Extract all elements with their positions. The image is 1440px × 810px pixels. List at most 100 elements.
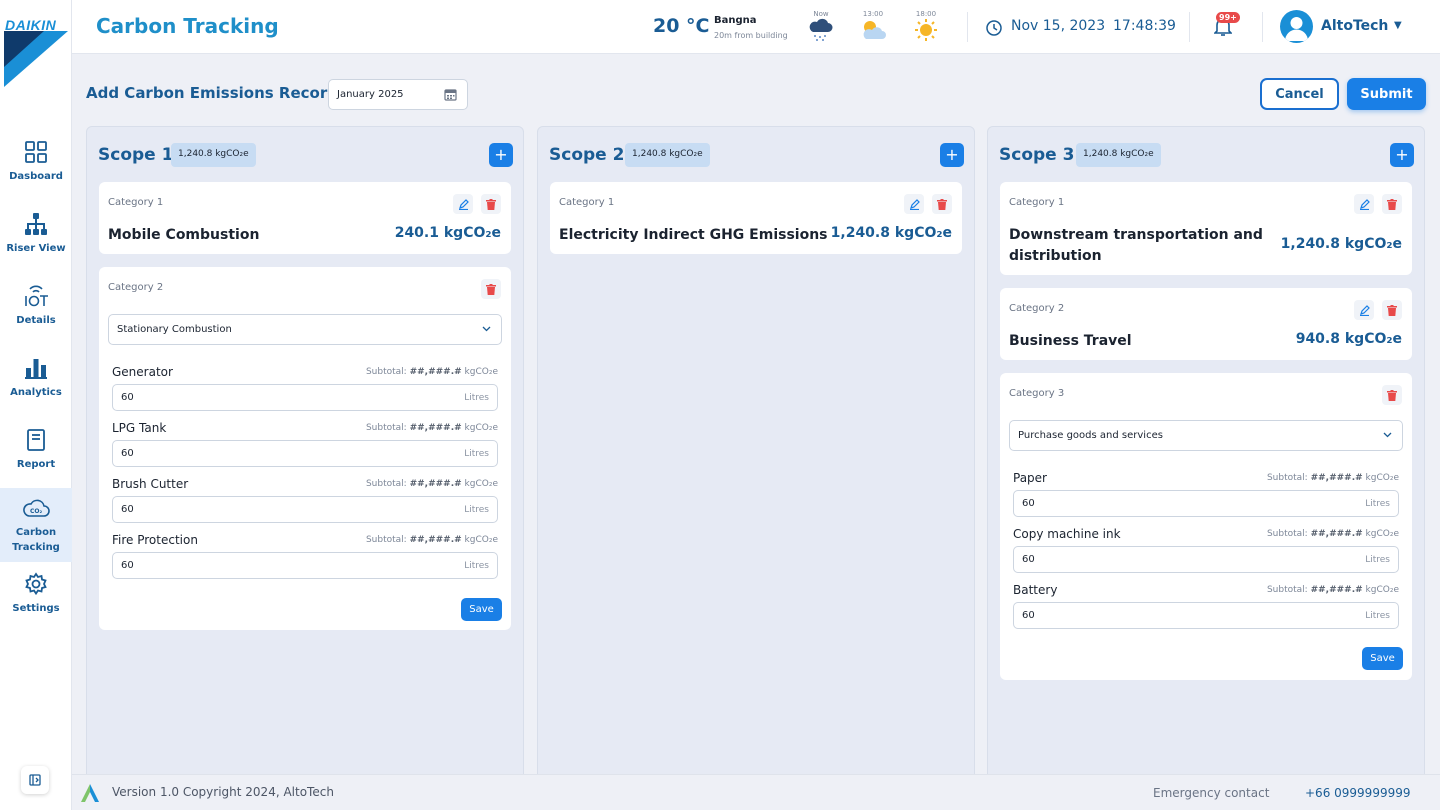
grid-icon <box>25 141 47 163</box>
divider <box>1189 12 1190 42</box>
subtotal-unit: kgCO₂e <box>464 423 498 433</box>
input-value: 60 <box>121 504 134 515</box>
scope-title: Scope 1 <box>98 145 174 165</box>
quantity-input[interactable]: 60 Litres <box>112 552 498 579</box>
input-value: 60 <box>121 392 134 403</box>
item-label: Fire Protection <box>112 533 198 547</box>
edit-button[interactable] <box>453 194 473 214</box>
delete-button[interactable] <box>1382 385 1402 405</box>
category-label: Category 3 <box>1009 388 1065 399</box>
item-subtotal: Subtotal: ##,###.# kgCO₂e <box>366 479 498 489</box>
select-value: Stationary Combustion <box>117 324 232 335</box>
delete-button[interactable] <box>1382 300 1402 320</box>
sidebar-item-details[interactable]: Details <box>0 270 72 342</box>
save-button[interactable]: Save <box>1362 647 1403 670</box>
pencil-icon <box>1359 198 1370 210</box>
svg-text:CO₂: CO₂ <box>30 508 43 515</box>
quantity-input[interactable]: 60 Litres <box>1013 546 1399 573</box>
chevron-down-icon <box>482 326 491 332</box>
sidebar-item-dashboard[interactable]: Dasboard <box>0 126 72 198</box>
forecast-1300: 13:00 <box>856 10 890 46</box>
subtotal-value: ##,###.# <box>1310 529 1363 539</box>
edit-button[interactable] <box>904 194 924 214</box>
save-button[interactable]: Save <box>461 598 502 621</box>
item-subtotal: Subtotal: ##,###.# kgCO₂e <box>1267 473 1399 483</box>
pencil-icon <box>909 198 920 210</box>
delete-button[interactable] <box>932 194 952 214</box>
user-name[interactable]: AltoTech <box>1321 18 1388 34</box>
scope-total-badge: 1,240.8 kgCO₂e <box>625 143 710 167</box>
quantity-input[interactable]: 60 Litres <box>1013 490 1399 517</box>
partly-cloudy-icon <box>863 21 886 39</box>
input-unit: Litres <box>1365 611 1390 621</box>
category-select[interactable]: Purchase goods and services <box>1009 420 1403 451</box>
add-category-button[interactable]: + <box>489 143 513 167</box>
scope-column: Scope 2 1,240.8 kgCO₂e + Category 1 Elec… <box>537 126 975 781</box>
delete-button[interactable] <box>1382 194 1402 214</box>
hierarchy-icon <box>25 213 47 235</box>
chevron-down-icon[interactable]: ▼ <box>1394 20 1402 31</box>
subtotal-label: Subtotal: <box>1266 529 1308 539</box>
sidebar: DAIKIN Dasboard Riser View Details Analy… <box>0 0 72 810</box>
collapse-sidebar-button[interactable] <box>21 766 49 794</box>
month-picker[interactable]: January 2025 <box>328 79 468 110</box>
add-category-button[interactable]: + <box>1390 143 1414 167</box>
sidebar-item-riser-view[interactable]: Riser View <box>0 198 72 270</box>
quantity-input[interactable]: 60 Litres <box>112 384 498 411</box>
edit-button[interactable] <box>1354 300 1374 320</box>
divider <box>967 12 968 42</box>
sidebar-item-label: Report <box>16 459 56 470</box>
current-time: 17:48:39 <box>1113 18 1176 34</box>
subtotal-label: Subtotal: <box>1266 473 1308 483</box>
subtotal-label: Subtotal: <box>365 367 407 377</box>
trash-icon <box>937 198 947 210</box>
input-value: 60 <box>121 560 134 571</box>
delete-button[interactable] <box>481 279 501 299</box>
daikin-logo-mark <box>4 31 68 87</box>
category-card: Category 2 Stationary Combustion Generat… <box>99 267 511 630</box>
co2-cloud-icon: CO₂ <box>23 499 50 517</box>
input-unit: Litres <box>464 449 489 459</box>
quantity-input[interactable]: 60 Litres <box>112 496 498 523</box>
add-category-button[interactable]: + <box>940 143 964 167</box>
sidebar-item-carbon-tracking[interactable]: CO₂ Carbon Tracking <box>0 488 72 562</box>
divider <box>1262 12 1263 42</box>
trash-icon <box>1387 389 1397 401</box>
forecast-time: Now <box>813 10 829 18</box>
scope-column: Scope 1 1,240.8 kgCO₂e + Category 1 Mobi… <box>86 126 524 781</box>
temperature: 20 °C <box>653 15 710 37</box>
subtotal-value: ##,###.# <box>1310 473 1363 483</box>
scope-title: Scope 3 <box>999 145 1075 165</box>
subtotal-unit: kgCO₂e <box>464 535 498 545</box>
item-label: LPG Tank <box>112 421 167 435</box>
sidebar-item-analytics[interactable]: Analytics <box>0 342 72 414</box>
submit-button[interactable]: Submit <box>1347 78 1426 110</box>
sidebar-item-settings[interactable]: Settings <box>0 558 72 630</box>
subtotal-unit: kgCO₂e <box>1365 473 1399 483</box>
avatar[interactable] <box>1280 10 1313 43</box>
trash-icon <box>1387 198 1397 210</box>
quantity-input[interactable]: 60 Litres <box>1013 602 1399 629</box>
forecast-now: Now <box>804 10 838 46</box>
edit-button[interactable] <box>1354 194 1374 214</box>
sidebar-item-label: Carbon Tracking <box>12 526 60 553</box>
subtotal-value: ##,###.# <box>409 479 462 489</box>
quantity-input[interactable]: 60 Litres <box>112 440 498 467</box>
category-label: Category 1 <box>559 197 615 208</box>
category-name-line: distribution <box>1009 248 1102 264</box>
category-card: Category 1 Electricity Indirect GHG Emis… <box>550 182 962 254</box>
sidebar-item-label: Settings <box>12 603 60 614</box>
category-select[interactable]: Stationary Combustion <box>108 314 502 345</box>
delete-button[interactable] <box>481 194 501 214</box>
sidebar-item-label: Riser View <box>6 243 66 254</box>
page-title: Carbon Tracking <box>96 14 279 38</box>
subtotal-value: ##,###.# <box>1310 585 1363 595</box>
top-header: Carbon Tracking 20 °C Bangna 20m from bu… <box>72 0 1440 54</box>
forecast-1800: 18:00 <box>909 10 943 46</box>
version-text: Version 1.0 Copyright 2024, AltoTech <box>112 785 334 799</box>
emergency-phone[interactable]: +66 0999999999 <box>1305 786 1411 800</box>
item-label: Brush Cutter <box>112 477 189 491</box>
category-card: Category 1 Downstream transportation and… <box>1000 182 1412 275</box>
sidebar-item-report[interactable]: Report <box>0 414 72 486</box>
cancel-button[interactable]: Cancel <box>1260 78 1339 110</box>
